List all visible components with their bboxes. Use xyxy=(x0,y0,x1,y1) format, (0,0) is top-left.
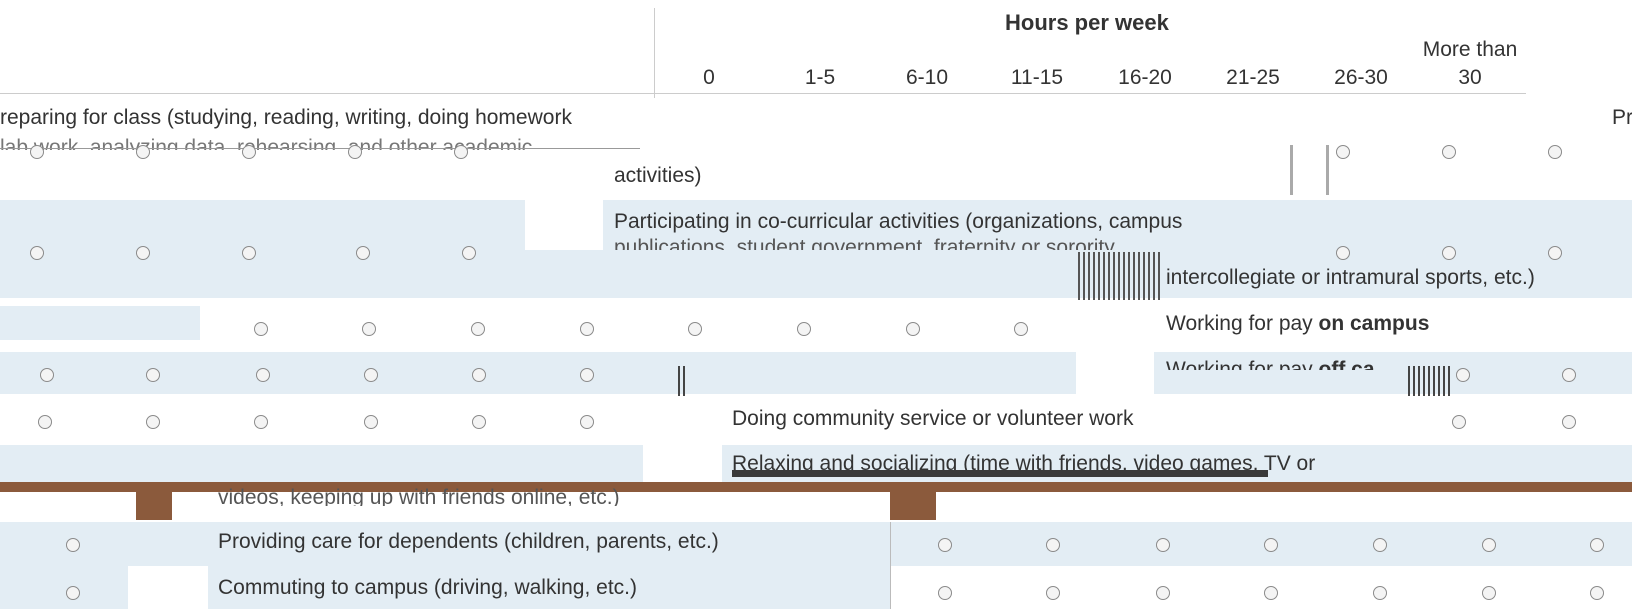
radio-oncampus-h[interactable] xyxy=(1014,322,1028,336)
row-label-cut-right: Pr xyxy=(1612,106,1632,129)
radio-care-b[interactable] xyxy=(938,538,952,552)
radio-care-a[interactable] xyxy=(66,538,80,552)
radio-oncampus-e[interactable] xyxy=(688,322,702,336)
column-header-30: 30 xyxy=(1458,66,1482,89)
radio-cocurricular-a[interactable] xyxy=(30,246,44,260)
radio-prep-h[interactable] xyxy=(1548,145,1562,159)
column-header-0: 0 xyxy=(703,66,715,89)
radio-prep-f[interactable] xyxy=(1336,145,1350,159)
radio-offcampus-e[interactable] xyxy=(472,368,486,382)
row-band xyxy=(0,200,525,250)
column-header-21-25: 21-25 xyxy=(1226,66,1280,89)
radio-cocurricular-h[interactable] xyxy=(1548,246,1562,260)
radio-prep-e[interactable] xyxy=(454,145,468,159)
radio-prep-c[interactable] xyxy=(242,145,256,159)
radio-community-d[interactable] xyxy=(364,415,378,429)
row-band xyxy=(0,352,1076,394)
radio-care-c[interactable] xyxy=(1046,538,1060,552)
radio-care-g[interactable] xyxy=(1482,538,1496,552)
row-label-co-curricular-line2: publications, student government, frater… xyxy=(614,236,1120,250)
radio-offcampus-a[interactable] xyxy=(40,368,54,382)
column-header-6-10: 6-10 xyxy=(905,66,949,89)
radio-commute-e[interactable] xyxy=(1264,586,1278,600)
radio-prep-a[interactable] xyxy=(30,145,44,159)
row-label-working-off-campus: Working for pay off ca xyxy=(1166,356,1375,370)
hours-per-week-heading: Hours per week xyxy=(1005,10,1169,35)
radio-oncampus-a[interactable] xyxy=(254,322,268,336)
radio-offcampus-g[interactable] xyxy=(1456,368,1470,382)
glitch-line xyxy=(890,522,891,609)
radio-offcampus-c[interactable] xyxy=(256,368,270,382)
radio-prep-g[interactable] xyxy=(1442,145,1456,159)
row-band xyxy=(0,445,643,485)
row-label-co-curricular: Participating in co-curricular activitie… xyxy=(614,210,1183,233)
column-header-more-than: More than xyxy=(1422,38,1518,61)
radio-cocurricular-f[interactable] xyxy=(1336,246,1350,260)
radio-community-f[interactable] xyxy=(580,415,594,429)
radio-oncampus-b[interactable] xyxy=(362,322,376,336)
row-label-preparing-continuation: activities) xyxy=(614,164,702,187)
radio-commute-a[interactable] xyxy=(66,586,80,600)
radio-commute-h[interactable] xyxy=(1590,586,1604,600)
row-label-relaxing: Relaxing and socializing (time with frie… xyxy=(732,452,1316,472)
radio-prep-d[interactable] xyxy=(348,145,362,159)
radio-offcampus-h[interactable] xyxy=(1562,368,1576,382)
column-header-16-20: 16-20 xyxy=(1118,66,1172,89)
radio-oncampus-f[interactable] xyxy=(797,322,811,336)
radio-commute-d[interactable] xyxy=(1156,586,1170,600)
column-header-26-30: 26-30 xyxy=(1334,66,1388,89)
radio-community-h[interactable] xyxy=(1562,415,1576,429)
working-off-campus-bold: off ca xyxy=(1318,358,1375,370)
radio-care-h[interactable] xyxy=(1590,538,1604,552)
radio-community-b[interactable] xyxy=(146,415,160,429)
radio-oncampus-g[interactable] xyxy=(906,322,920,336)
row-band xyxy=(0,566,128,609)
glitch-line xyxy=(0,148,640,149)
radio-oncampus-c[interactable] xyxy=(471,322,485,336)
radio-commute-f[interactable] xyxy=(1373,586,1387,600)
column-header-1-5: 1-5 xyxy=(804,66,836,89)
glitch-line xyxy=(1326,145,1329,195)
glitch-line xyxy=(1078,252,1162,300)
radio-care-f[interactable] xyxy=(1373,538,1387,552)
working-on-campus-pre: Working for pay xyxy=(1166,312,1313,335)
row-label-preparing-for-class: reparing for class (studying, reading, w… xyxy=(0,106,572,129)
row-label-commuting: Commuting to campus (driving, walking, e… xyxy=(218,576,637,599)
radio-community-a[interactable] xyxy=(38,415,52,429)
header-divider-horizontal xyxy=(0,93,1526,94)
working-on-campus-bold: on campus xyxy=(1318,312,1430,335)
row-label-providing-care: Providing care for dependents (children,… xyxy=(218,530,719,553)
radio-cocurricular-b[interactable] xyxy=(136,246,150,260)
row-label-co-curricular-line3: intercollegiate or intramural sports, et… xyxy=(1166,266,1535,289)
radio-cocurricular-e[interactable] xyxy=(462,246,476,260)
radio-cocurricular-d[interactable] xyxy=(356,246,370,260)
radio-commute-b[interactable] xyxy=(938,586,952,600)
radio-cocurricular-g[interactable] xyxy=(1442,246,1456,260)
radio-community-c[interactable] xyxy=(254,415,268,429)
radio-cocurricular-c[interactable] xyxy=(242,246,256,260)
radio-community-e[interactable] xyxy=(472,415,486,429)
radio-offcampus-d[interactable] xyxy=(364,368,378,382)
working-off-campus-pre: Working for pay xyxy=(1166,358,1313,370)
row-label-working-on-campus: Working for pay on campus xyxy=(1166,310,1429,338)
radio-oncampus-d[interactable] xyxy=(580,322,594,336)
glitch-line xyxy=(1290,145,1293,195)
header-divider-vertical xyxy=(654,8,655,98)
radio-prep-b[interactable] xyxy=(136,145,150,159)
radio-community-g[interactable] xyxy=(1452,415,1466,429)
radio-commute-g[interactable] xyxy=(1482,586,1496,600)
row-label-videos: videos, keeping up with friends online, … xyxy=(218,486,620,506)
glitch-line xyxy=(678,366,688,396)
row-label-community-service: Doing community service or volunteer wor… xyxy=(732,407,1134,430)
column-header-11-15: 11-15 xyxy=(1010,66,1064,89)
radio-commute-c[interactable] xyxy=(1046,586,1060,600)
radio-offcampus-b[interactable] xyxy=(146,368,160,382)
radio-care-e[interactable] xyxy=(1264,538,1278,552)
glitch-line xyxy=(1408,366,1452,396)
radio-care-d[interactable] xyxy=(1156,538,1170,552)
radio-offcampus-f[interactable] xyxy=(580,368,594,382)
glitch-line xyxy=(732,470,1268,477)
row-band xyxy=(0,306,200,340)
